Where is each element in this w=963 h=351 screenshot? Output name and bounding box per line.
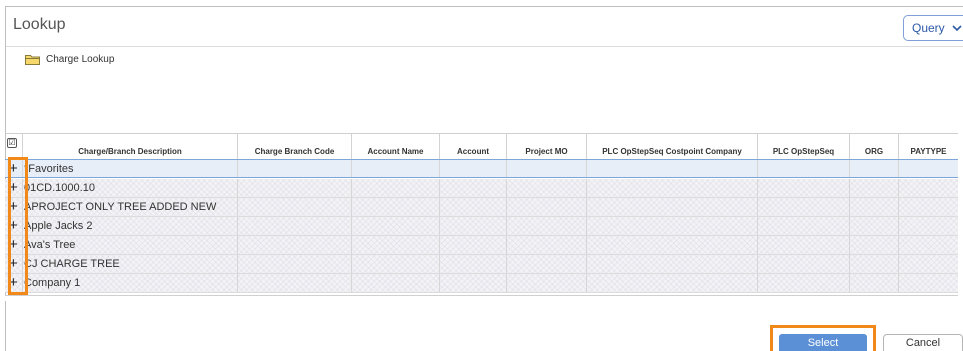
table-row[interactable]: + CJ CHARGE TREE: [5, 255, 958, 274]
table-row[interactable]: + *Favorites: [5, 159, 958, 178]
column-header-plc-opstepseq-costpoint-company[interactable]: PLC OpStepSeq Costpoint Company: [587, 134, 758, 159]
lookup-grid: ☑ Charge/Branch Description Charge Branc…: [5, 133, 958, 296]
column-header-org[interactable]: ORG: [850, 134, 899, 159]
tree-node-label: Charge Lookup: [46, 54, 115, 65]
row-description: Apple Jacks 2: [24, 220, 93, 232]
row-description: CJ CHARGE TREE: [24, 258, 120, 270]
column-header-paytype[interactable]: PAYTYPE: [899, 134, 958, 159]
column-header-charge-branch-code[interactable]: Charge Branch Code: [238, 134, 352, 159]
grid-footer-divider: [5, 295, 958, 301]
column-header-account-name[interactable]: Account Name: [352, 134, 440, 159]
row-description: APROJECT ONLY TREE ADDED NEW: [24, 201, 217, 213]
title-bar: Lookup Query: [6, 7, 963, 47]
query-dropdown-button[interactable]: Query: [903, 15, 963, 41]
column-header-project-mo[interactable]: Project MO: [507, 134, 587, 159]
table-row[interactable]: + Company 1: [5, 274, 958, 293]
expand-column-highlight: [8, 157, 28, 295]
table-row[interactable]: + APROJECT ONLY TREE ADDED NEW: [5, 198, 958, 217]
row-description: Ava's Tree: [24, 239, 76, 251]
cancel-button[interactable]: Cancel: [883, 334, 963, 351]
dialog-title: Lookup: [13, 16, 66, 33]
select-button[interactable]: Select: [779, 334, 867, 351]
select-all-cell: ☑: [5, 134, 23, 159]
table-row[interactable]: + Apple Jacks 2: [5, 217, 958, 236]
row-description: Company 1: [24, 277, 81, 289]
column-header-description[interactable]: Charge/Branch Description: [23, 134, 238, 159]
tree-node-charge-lookup[interactable]: Charge Lookup: [25, 54, 114, 65]
grid-header: ☑ Charge/Branch Description Charge Branc…: [5, 134, 958, 159]
row-description: *Favorites: [24, 163, 74, 175]
chevron-down-icon: [952, 25, 962, 32]
select-all-checkbox[interactable]: ☑: [7, 138, 17, 148]
query-label: Query: [912, 21, 945, 35]
column-header-account[interactable]: Account: [440, 134, 507, 159]
column-header-plc-opstepseq[interactable]: PLC OpStepSeq: [758, 134, 850, 159]
table-row[interactable]: + 01CD.1000.10: [5, 179, 958, 198]
table-row[interactable]: + Ava's Tree: [5, 236, 958, 255]
row-description: 01CD.1000.10: [24, 182, 95, 194]
folder-icon: [25, 55, 40, 65]
